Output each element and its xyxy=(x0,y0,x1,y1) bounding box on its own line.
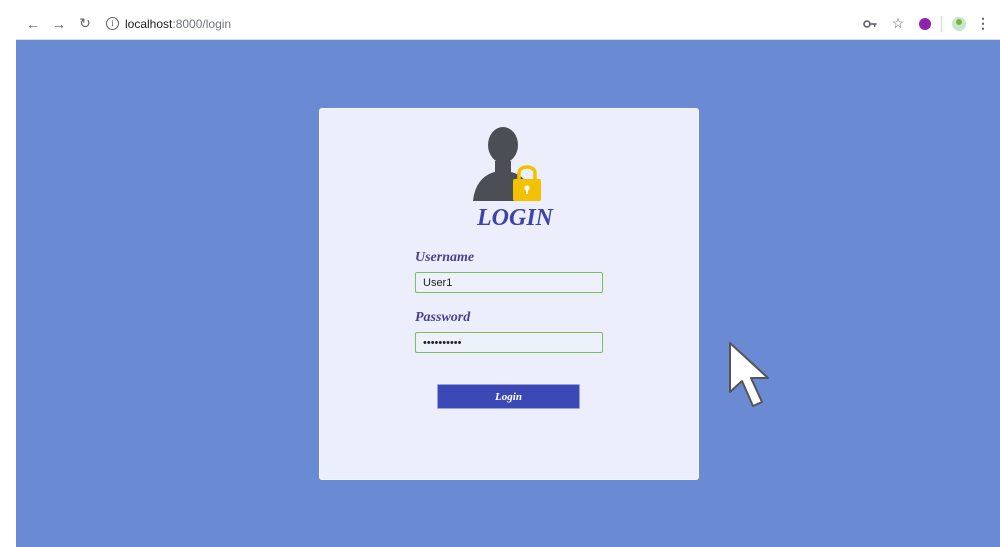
username-input[interactable] xyxy=(415,272,603,293)
mouse-pointer-icon xyxy=(729,342,769,407)
login-title: LOGIN xyxy=(477,205,553,231)
password-input[interactable] xyxy=(415,332,603,353)
profile-avatar-icon[interactable] xyxy=(952,16,966,31)
browser-nav: ← → ↻ xyxy=(22,13,96,35)
site-info-icon[interactable]: i xyxy=(106,17,119,30)
reload-icon[interactable]: ↻ xyxy=(74,13,96,35)
login-page: LOGIN Username Password Login xyxy=(16,40,1000,547)
bookmark-star-icon[interactable]: ☆ xyxy=(887,13,909,35)
url-path: :8000/login xyxy=(172,16,232,31)
browser-actions: ☆ ⋮ xyxy=(863,13,990,35)
username-label: Username xyxy=(415,250,475,265)
menu-dots-icon[interactable]: ⋮ xyxy=(976,15,990,32)
toolbar-divider xyxy=(941,15,942,32)
forward-arrow-icon[interactable]: → xyxy=(48,13,70,35)
user-lock-icon xyxy=(473,127,541,201)
password-label: Password xyxy=(415,310,471,325)
key-icon[interactable] xyxy=(863,19,877,29)
back-arrow-icon[interactable]: ← xyxy=(22,13,44,35)
url-host: localhost xyxy=(125,16,173,31)
address-bar[interactable]: i localhost:8000/login xyxy=(106,17,231,31)
browser-toolbar: ← → ↻ i localhost:8000/login ☆ ⋮ xyxy=(16,8,1000,40)
login-card: LOGIN Username Password Login xyxy=(319,108,699,480)
extension-icon[interactable] xyxy=(919,17,931,30)
login-button[interactable]: Login xyxy=(437,384,580,409)
